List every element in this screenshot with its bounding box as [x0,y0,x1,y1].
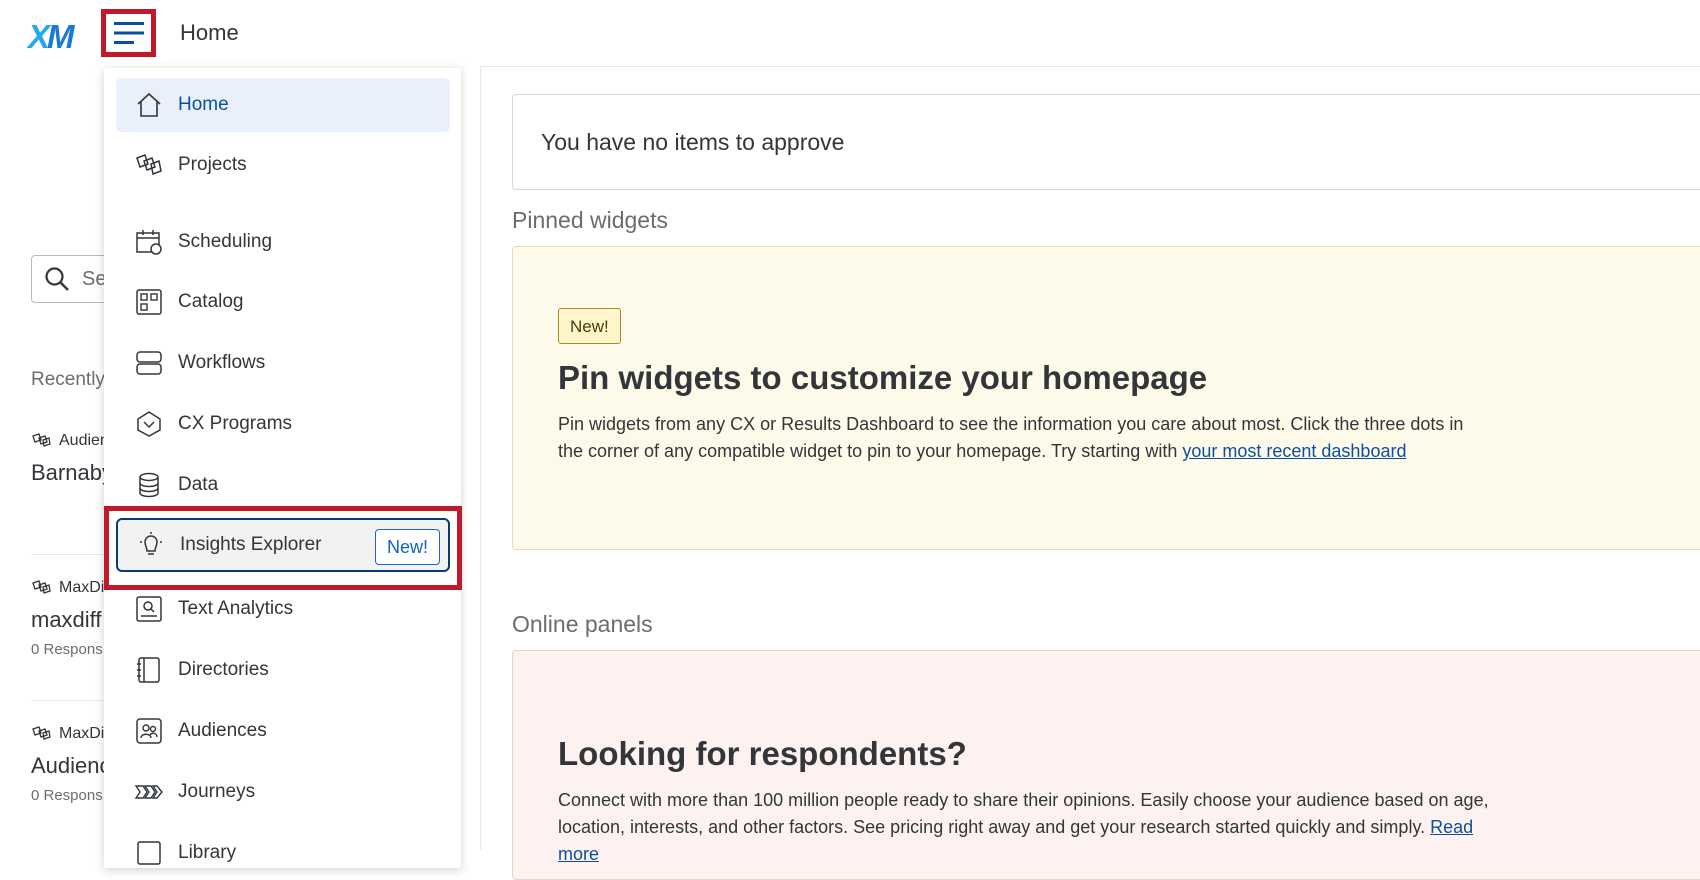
nav-item-label: Text Analytics [178,598,294,619]
nav-item-home[interactable]: Home [116,78,450,132]
xm-logo[interactable]: XM [28,18,74,56]
calendar-icon [134,227,164,257]
top-header: XM Home [0,0,1700,67]
nav-item-label: Catalog [178,291,244,312]
recent-item-name: Audienc [31,753,111,778]
recent-item-responses: 0 Respons [31,787,103,804]
nav-item-label: CX Programs [178,413,293,434]
nav-item-label: Projects [178,154,247,175]
nav-item-label: Audiences [178,720,267,741]
projects-icon [134,150,164,180]
nav-item-scheduling[interactable]: Scheduling [116,215,450,269]
new-tag: New! [558,308,621,344]
project-type-icon [32,726,51,740]
recently-label: Recently [31,369,105,390]
workflows-icon [134,348,164,378]
new-badge: New! [374,529,440,565]
nav-item-workflows[interactable]: Workflows [116,336,450,390]
pin-card-title: Pin widgets to customize your homepage [558,359,1208,396]
nav-item-journeys[interactable]: Journeys [116,765,450,819]
library-icon [134,838,164,868]
panel-card-body: Connect with more than 100 million peopl… [558,790,1489,864]
nav-item-audiences[interactable]: Audiences [116,704,450,758]
nav-item-label: Insights Explorer [180,534,322,555]
pin-widgets-card: New! Pin widgets to customize your homep… [512,246,1700,550]
nav-item-text-analytics[interactable]: Text Analytics [116,582,450,636]
approvals-card: You have no items to approve [512,94,1700,190]
nav-item-label: Data [178,474,219,495]
nav-item-label: Workflows [178,352,266,373]
nav-item-cx-programs[interactable]: CX Programs [116,397,450,451]
text-analytics-icon [134,594,164,624]
nav-item-label: Journeys [178,781,256,802]
recent-item-type: MaxDi [59,725,105,742]
recent-item-responses: 0 Respons [31,641,103,658]
search-icon [45,267,69,291]
nav-item-label: Home [178,94,229,115]
nav-item-label: Scheduling [178,231,273,252]
recent-item[interactable]: Audien Barnaby [31,432,113,486]
home-icon [134,90,164,120]
cx-programs-icon [134,409,164,439]
navigation-menu: Home Projects Scheduling Catalog Workflo… [104,68,461,868]
nav-item-catalog[interactable]: Catalog [116,275,450,329]
recent-dashboard-link[interactable]: your most recent dashboard [1182,441,1406,461]
database-icon [134,470,164,500]
recent-item-type: MaxDi [59,579,105,596]
pinned-widgets-title: Pinned widgets [512,207,668,233]
recent-item[interactable]: MaxDi Audienc 0 Respons [31,725,111,804]
online-panels-card: Looking for respondents? Connect with mo… [512,650,1700,880]
recent-item-name: Barnaby [31,460,113,485]
directory-icon [134,655,164,685]
recent-item-name: maxdiff [31,607,102,632]
hamburger-icon [113,22,144,44]
nav-item-directories[interactable]: Directories [116,643,450,697]
search-placeholder: Se [82,268,107,290]
project-type-icon [32,433,51,447]
panel-card-title: Looking for respondents? [558,735,967,772]
nav-item-data[interactable]: Data [116,458,450,512]
nav-item-projects[interactable]: Projects [116,138,450,192]
catalog-icon [134,287,164,317]
project-type-icon [32,580,51,594]
online-panels-title: Online panels [512,611,653,637]
approvals-empty-text: You have no items to approve [541,129,845,155]
audiences-icon [134,716,164,746]
lightbulb-icon [136,530,166,560]
nav-item-label: Library [178,842,237,863]
recent-item-type: Audien [59,432,109,449]
hamburger-menu-button[interactable] [101,9,156,57]
recent-item[interactable]: MaxDi maxdiff 0 Respons [31,579,104,658]
nav-item-insights-explorer[interactable]: Insights Explorer New! [116,518,450,572]
nav-item-label: Directories [178,659,269,680]
pin-card-body: Pin widgets from any CX or Results Dashb… [558,414,1464,461]
nav-item-library[interactable]: Library [116,826,450,880]
journeys-icon [134,777,164,807]
page-title: Home [180,20,239,45]
